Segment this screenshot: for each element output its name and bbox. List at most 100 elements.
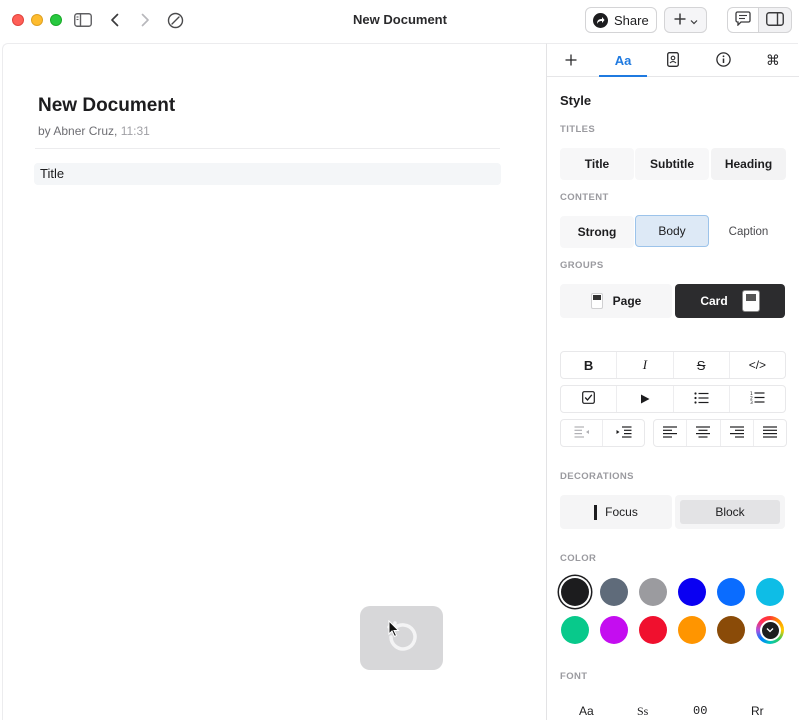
tab-info[interactable]	[699, 44, 747, 77]
italic-button[interactable]: I	[617, 352, 674, 378]
comment-icon	[735, 11, 751, 29]
minimize-window-button[interactable]	[31, 14, 43, 26]
text-format-row: B I S </>	[560, 351, 786, 379]
title-block[interactable]: Title	[34, 163, 501, 185]
font-serif-option[interactable]: Ss	[637, 704, 648, 719]
toggle-list-button[interactable]	[617, 386, 674, 412]
style-caption-button[interactable]: Caption	[711, 216, 786, 248]
align-center-button[interactable]	[687, 420, 721, 446]
zoom-window-button[interactable]	[50, 14, 62, 26]
align-justify-icon	[762, 425, 777, 441]
comments-button[interactable]	[727, 7, 759, 33]
bold-button[interactable]: B	[561, 352, 618, 378]
align-right-button[interactable]	[721, 420, 754, 446]
alignment-group	[653, 419, 787, 447]
color-swatch[interactable]	[717, 578, 745, 606]
font-mono-option[interactable]: 00	[693, 704, 707, 718]
color-swatch[interactable]	[678, 578, 706, 606]
decoration-focus-label: Focus	[605, 505, 638, 519]
focus-bar-icon	[594, 504, 598, 520]
strikethrough-button[interactable]: S	[674, 352, 730, 378]
inspector-panel-icon	[766, 11, 784, 29]
color-swatch[interactable]	[639, 616, 667, 644]
tab-shortcuts[interactable]: ⌘	[749, 44, 797, 77]
style-body-button[interactable]: Body	[635, 215, 709, 247]
outdent-button[interactable]	[561, 420, 603, 446]
chevron-down-icon	[690, 13, 698, 28]
style-heading-button[interactable]: Heading	[711, 148, 786, 180]
font-section-label: FONT	[560, 671, 588, 682]
decorations-section-label: DECORATIONS	[560, 471, 634, 482]
inspector-toggle-button[interactable]	[758, 7, 792, 33]
document-meta: by Abner Cruz, 11:31	[38, 124, 150, 138]
decoration-block-button[interactable]: Block	[675, 495, 785, 529]
bullet-list-icon	[694, 391, 709, 407]
header-divider	[35, 148, 500, 149]
undo-hud	[360, 606, 443, 670]
color-swatch[interactable]	[639, 578, 667, 606]
numbered-list-button[interactable]: 123	[730, 386, 785, 412]
inspector-panel: Aa ⌘ Style TITLES Title Subtitle Heading…	[546, 43, 799, 720]
align-justify-button[interactable]	[754, 420, 786, 446]
numbered-list-icon: 123	[750, 391, 765, 407]
align-center-icon	[696, 425, 711, 441]
checkbox-icon	[582, 391, 596, 407]
forward-chevron-icon[interactable]	[138, 9, 152, 31]
add-block-menu-button[interactable]	[664, 7, 707, 33]
close-window-button[interactable]	[12, 14, 24, 26]
svg-text:3: 3	[750, 400, 753, 404]
back-chevron-icon[interactable]	[107, 9, 121, 31]
history-clock-icon[interactable]	[166, 9, 184, 31]
card-thumbnail-icon	[741, 290, 760, 312]
list-format-row: 123	[560, 385, 786, 413]
titles-section-label: TITLES	[560, 124, 596, 135]
indent-button[interactable]	[603, 420, 644, 446]
decoration-block-label: Block	[680, 500, 780, 524]
share-button-label: Share	[614, 12, 649, 28]
color-swatch[interactable]	[600, 616, 628, 644]
decoration-focus-button[interactable]: Focus	[560, 495, 672, 529]
color-swatch[interactable]	[678, 616, 706, 644]
code-button[interactable]: </>	[730, 352, 785, 378]
document-icon	[667, 51, 679, 70]
tab-style[interactable]: Aa	[599, 44, 647, 77]
indent-icon	[616, 425, 632, 441]
page-thumbnail-icon	[590, 293, 603, 309]
outdent-icon	[574, 425, 590, 441]
groups-section-label: GROUPS	[560, 260, 604, 271]
active-tab-indicator	[599, 75, 647, 77]
bullet-list-button[interactable]	[674, 386, 730, 412]
share-icon	[593, 12, 608, 28]
align-left-icon	[663, 425, 678, 441]
tab-document[interactable]	[649, 44, 697, 77]
style-subtitle-button[interactable]: Subtitle	[635, 148, 709, 180]
style-title-button[interactable]: Title	[560, 148, 634, 180]
font-rounded-option[interactable]: Rr	[751, 704, 764, 718]
color-swatch[interactable]	[717, 616, 745, 644]
align-left-button[interactable]	[654, 420, 688, 446]
color-swatch[interactable]	[561, 616, 589, 644]
play-triangle-icon	[640, 392, 650, 407]
document-editor[interactable]: New Document by Abner Cruz, 11:31 Title	[2, 43, 546, 720]
color-swatch[interactable]	[600, 578, 628, 606]
plus-icon	[674, 13, 686, 28]
plus-icon	[565, 53, 577, 69]
title-bar: New Document Share	[0, 0, 800, 40]
color-swatch[interactable]	[756, 578, 784, 606]
checklist-button[interactable]	[561, 386, 618, 412]
share-button[interactable]: Share	[585, 7, 657, 33]
style-strong-button[interactable]: Strong	[560, 216, 634, 248]
align-right-icon	[729, 425, 744, 441]
color-swatch[interactable]	[561, 578, 589, 606]
sidebar-toggle-icon[interactable]	[73, 9, 93, 31]
font-sans-option[interactable]: Aa	[579, 704, 594, 718]
group-page-label: Page	[612, 294, 642, 308]
document-author: by Abner Cruz,	[38, 124, 118, 138]
group-card-button[interactable]: Card	[675, 284, 785, 318]
document-title[interactable]: New Document	[38, 95, 175, 117]
chevron-down-icon	[759, 619, 781, 641]
content-section-label: CONTENT	[560, 192, 609, 203]
tab-add[interactable]	[547, 44, 595, 77]
color-picker-swatch[interactable]	[756, 616, 784, 644]
group-page-button[interactable]: Page	[560, 284, 672, 318]
